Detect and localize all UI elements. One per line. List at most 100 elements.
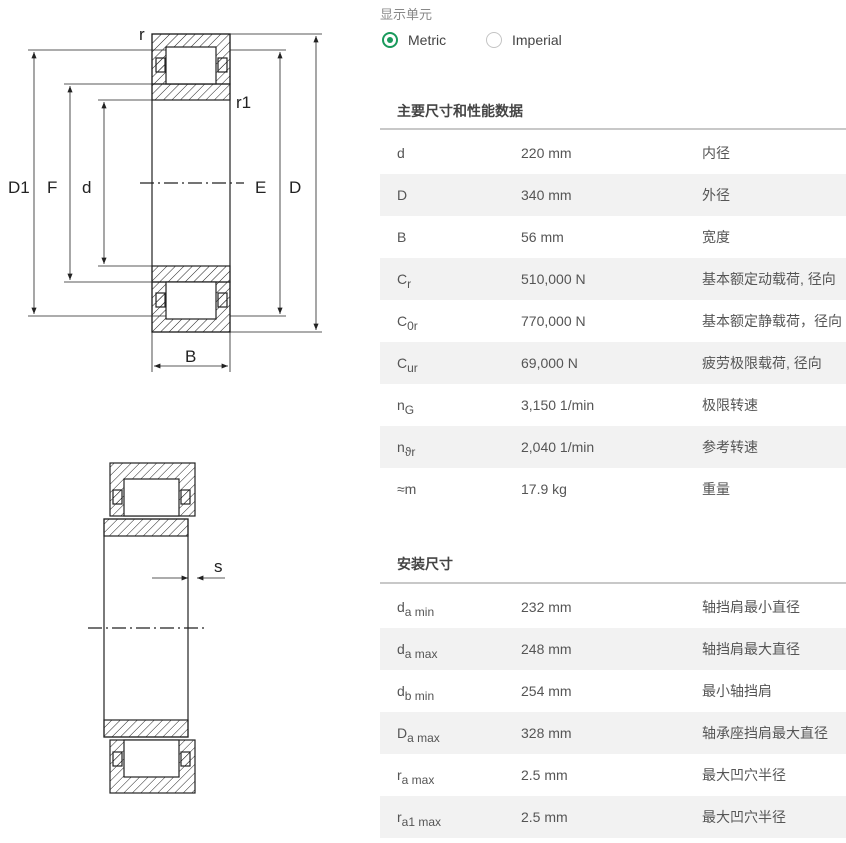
parameter-value: 254 mm — [521, 683, 572, 699]
label-D1: D1 — [8, 178, 30, 197]
symbol-base: d — [397, 641, 405, 657]
parameter-description: 轴承座挡肩最大直径 — [702, 725, 828, 741]
parameter-description: 基本额定动载荷, 径向 — [702, 271, 836, 287]
table-row: ≈m 17.9 kg 重量 — [380, 468, 846, 510]
parameter-symbol: da max — [397, 628, 437, 675]
cross-section-drawing — [28, 33, 322, 372]
label-s: s — [214, 557, 223, 576]
symbol-subscript: G — [404, 403, 415, 417]
parameter-symbol: C0r — [397, 300, 418, 347]
parameter-value: 770,000 N — [521, 313, 586, 329]
symbol-base: d — [397, 145, 405, 161]
label-r: r — [139, 25, 145, 44]
symbol-base: D — [397, 187, 408, 203]
table-row: C0r 770,000 N 基本额定静载荷，径向 — [380, 300, 846, 342]
label-r1: r1 — [236, 93, 251, 112]
parameter-symbol: ra1 max — [397, 796, 441, 843]
metric-radio[interactable]: Metric — [382, 32, 446, 48]
parameter-description: 极限转速 — [702, 397, 758, 413]
imperial-radio[interactable]: Imperial — [486, 32, 562, 48]
parameter-description: 外径 — [702, 187, 730, 203]
table-row: Da max 328 mm 轴承座挡肩最大直径 — [380, 712, 846, 754]
unit-selector-title: 显示单元 — [380, 7, 433, 22]
main-dimensions-table: d 220 mm 内径 D 340 mm 外径 B 56 mm 宽度 Cr 510,000 N 基本额… — [380, 132, 846, 510]
symbol-base: ≈m — [397, 481, 417, 497]
symbol-base: C — [397, 271, 408, 287]
parameter-symbol: db min — [397, 670, 434, 717]
parameter-description: 最大凹穴半径 — [702, 767, 786, 783]
main-dimensions-title: 主要尺寸和性能数据 — [380, 101, 846, 130]
symbol-base: C — [397, 313, 408, 329]
table-row: Cr 510,000 N 基本额定动载荷, 径向 — [380, 258, 846, 300]
symbol-base: d — [397, 683, 405, 699]
parameter-value: 510,000 N — [521, 271, 586, 287]
parameter-symbol: ra max — [397, 754, 434, 801]
parameter-value: 328 mm — [521, 725, 572, 741]
symbol-base: n — [397, 439, 405, 455]
table-row: D 340 mm 外径 — [380, 174, 846, 216]
label-D: D — [289, 178, 301, 197]
symbol-subscript: a max — [404, 647, 438, 661]
parameter-description: 重量 — [702, 481, 730, 497]
parameter-value: 248 mm — [521, 641, 572, 657]
imperial-label: Imperial — [512, 32, 562, 48]
mounting-dimensions-table: da min 232 mm 轴挡肩最小直径 da max 248 mm 轴挡肩最大直径 db… — [380, 586, 846, 838]
parameter-symbol: B — [397, 216, 406, 263]
parameter-symbol: d — [397, 132, 405, 179]
mounting-dimensions-title: 安装尺寸 — [380, 554, 846, 584]
symbol-subscript: ur — [407, 361, 418, 375]
parameter-value: 2.5 mm — [521, 809, 568, 825]
parameter-value: 2,040 1/min — [521, 439, 595, 455]
parameter-symbol: ≈m — [397, 468, 416, 515]
table-row: B 56 mm 宽度 — [380, 216, 846, 258]
parameter-description: 轴挡肩最大直径 — [702, 641, 800, 657]
parameter-description: 宽度 — [702, 229, 730, 245]
table-row: ra1 max 2.5 mm 最大凹穴半径 — [380, 796, 846, 838]
symbol-subscript: a max — [407, 731, 440, 745]
parameter-value: 232 mm — [521, 599, 572, 615]
label-F: F — [47, 178, 57, 197]
table-row: Cur 69,000 N 疲劳极限载荷, 径向 — [380, 342, 846, 384]
symbol-subscript: 0r — [407, 319, 418, 333]
symbol-base: C — [397, 355, 408, 371]
symbol-subscript: ϑr — [404, 445, 416, 459]
parameter-value: 17.9 kg — [521, 481, 567, 497]
table-row: da max 248 mm 轴挡肩最大直径 — [380, 628, 846, 670]
table-row: da min 232 mm 轴挡肩最小直径 — [380, 586, 846, 628]
table-row: d 220 mm 内径 — [380, 132, 846, 174]
parameter-value: 220 mm — [521, 145, 572, 161]
parameter-symbol: Da max — [397, 712, 440, 759]
symbol-subscript: a max — [401, 773, 435, 787]
symbol-base: D — [397, 725, 408, 741]
parameter-symbol: nϑr — [397, 426, 415, 473]
unit-selector: Metric Imperial — [380, 32, 846, 56]
symbol-base: B — [397, 229, 407, 245]
parameter-symbol: Cur — [397, 342, 418, 389]
symbol-subscript: a min — [404, 605, 435, 619]
parameter-symbol: D — [397, 174, 407, 221]
displacement-drawing — [88, 462, 225, 794]
parameter-description: 疲劳极限载荷, 径向 — [702, 355, 822, 371]
parameter-description: 最大凹穴半径 — [702, 809, 786, 825]
parameter-description: 内径 — [702, 145, 730, 161]
label-E: E — [255, 178, 266, 197]
parameter-value: 69,000 N — [521, 355, 578, 371]
table-row: nϑr 2,040 1/min 参考转速 — [380, 426, 846, 468]
parameter-description: 轴挡肩最小直径 — [702, 599, 800, 615]
parameter-value: 3,150 1/min — [521, 397, 595, 413]
parameter-value: 2.5 mm — [521, 767, 568, 783]
parameter-symbol: Cr — [397, 258, 411, 305]
radio-unchecked-icon — [486, 32, 502, 48]
symbol-subscript: a1 max — [401, 815, 442, 829]
parameter-description: 参考转速 — [702, 439, 758, 455]
bearing-drawings: r r1 D1 F d E D B s — [8, 25, 322, 794]
symbol-base: d — [397, 599, 405, 615]
parameter-value: 340 mm — [521, 187, 572, 203]
symbol-subscript: r — [407, 277, 412, 291]
parameter-description: 最小轴挡肩 — [702, 683, 772, 699]
parameter-value: 56 mm — [521, 229, 564, 245]
metric-label: Metric — [408, 32, 447, 48]
table-row: nG 3,150 1/min 极限转速 — [380, 384, 846, 426]
symbol-subscript: b min — [404, 689, 435, 703]
label-d: d — [82, 178, 91, 197]
